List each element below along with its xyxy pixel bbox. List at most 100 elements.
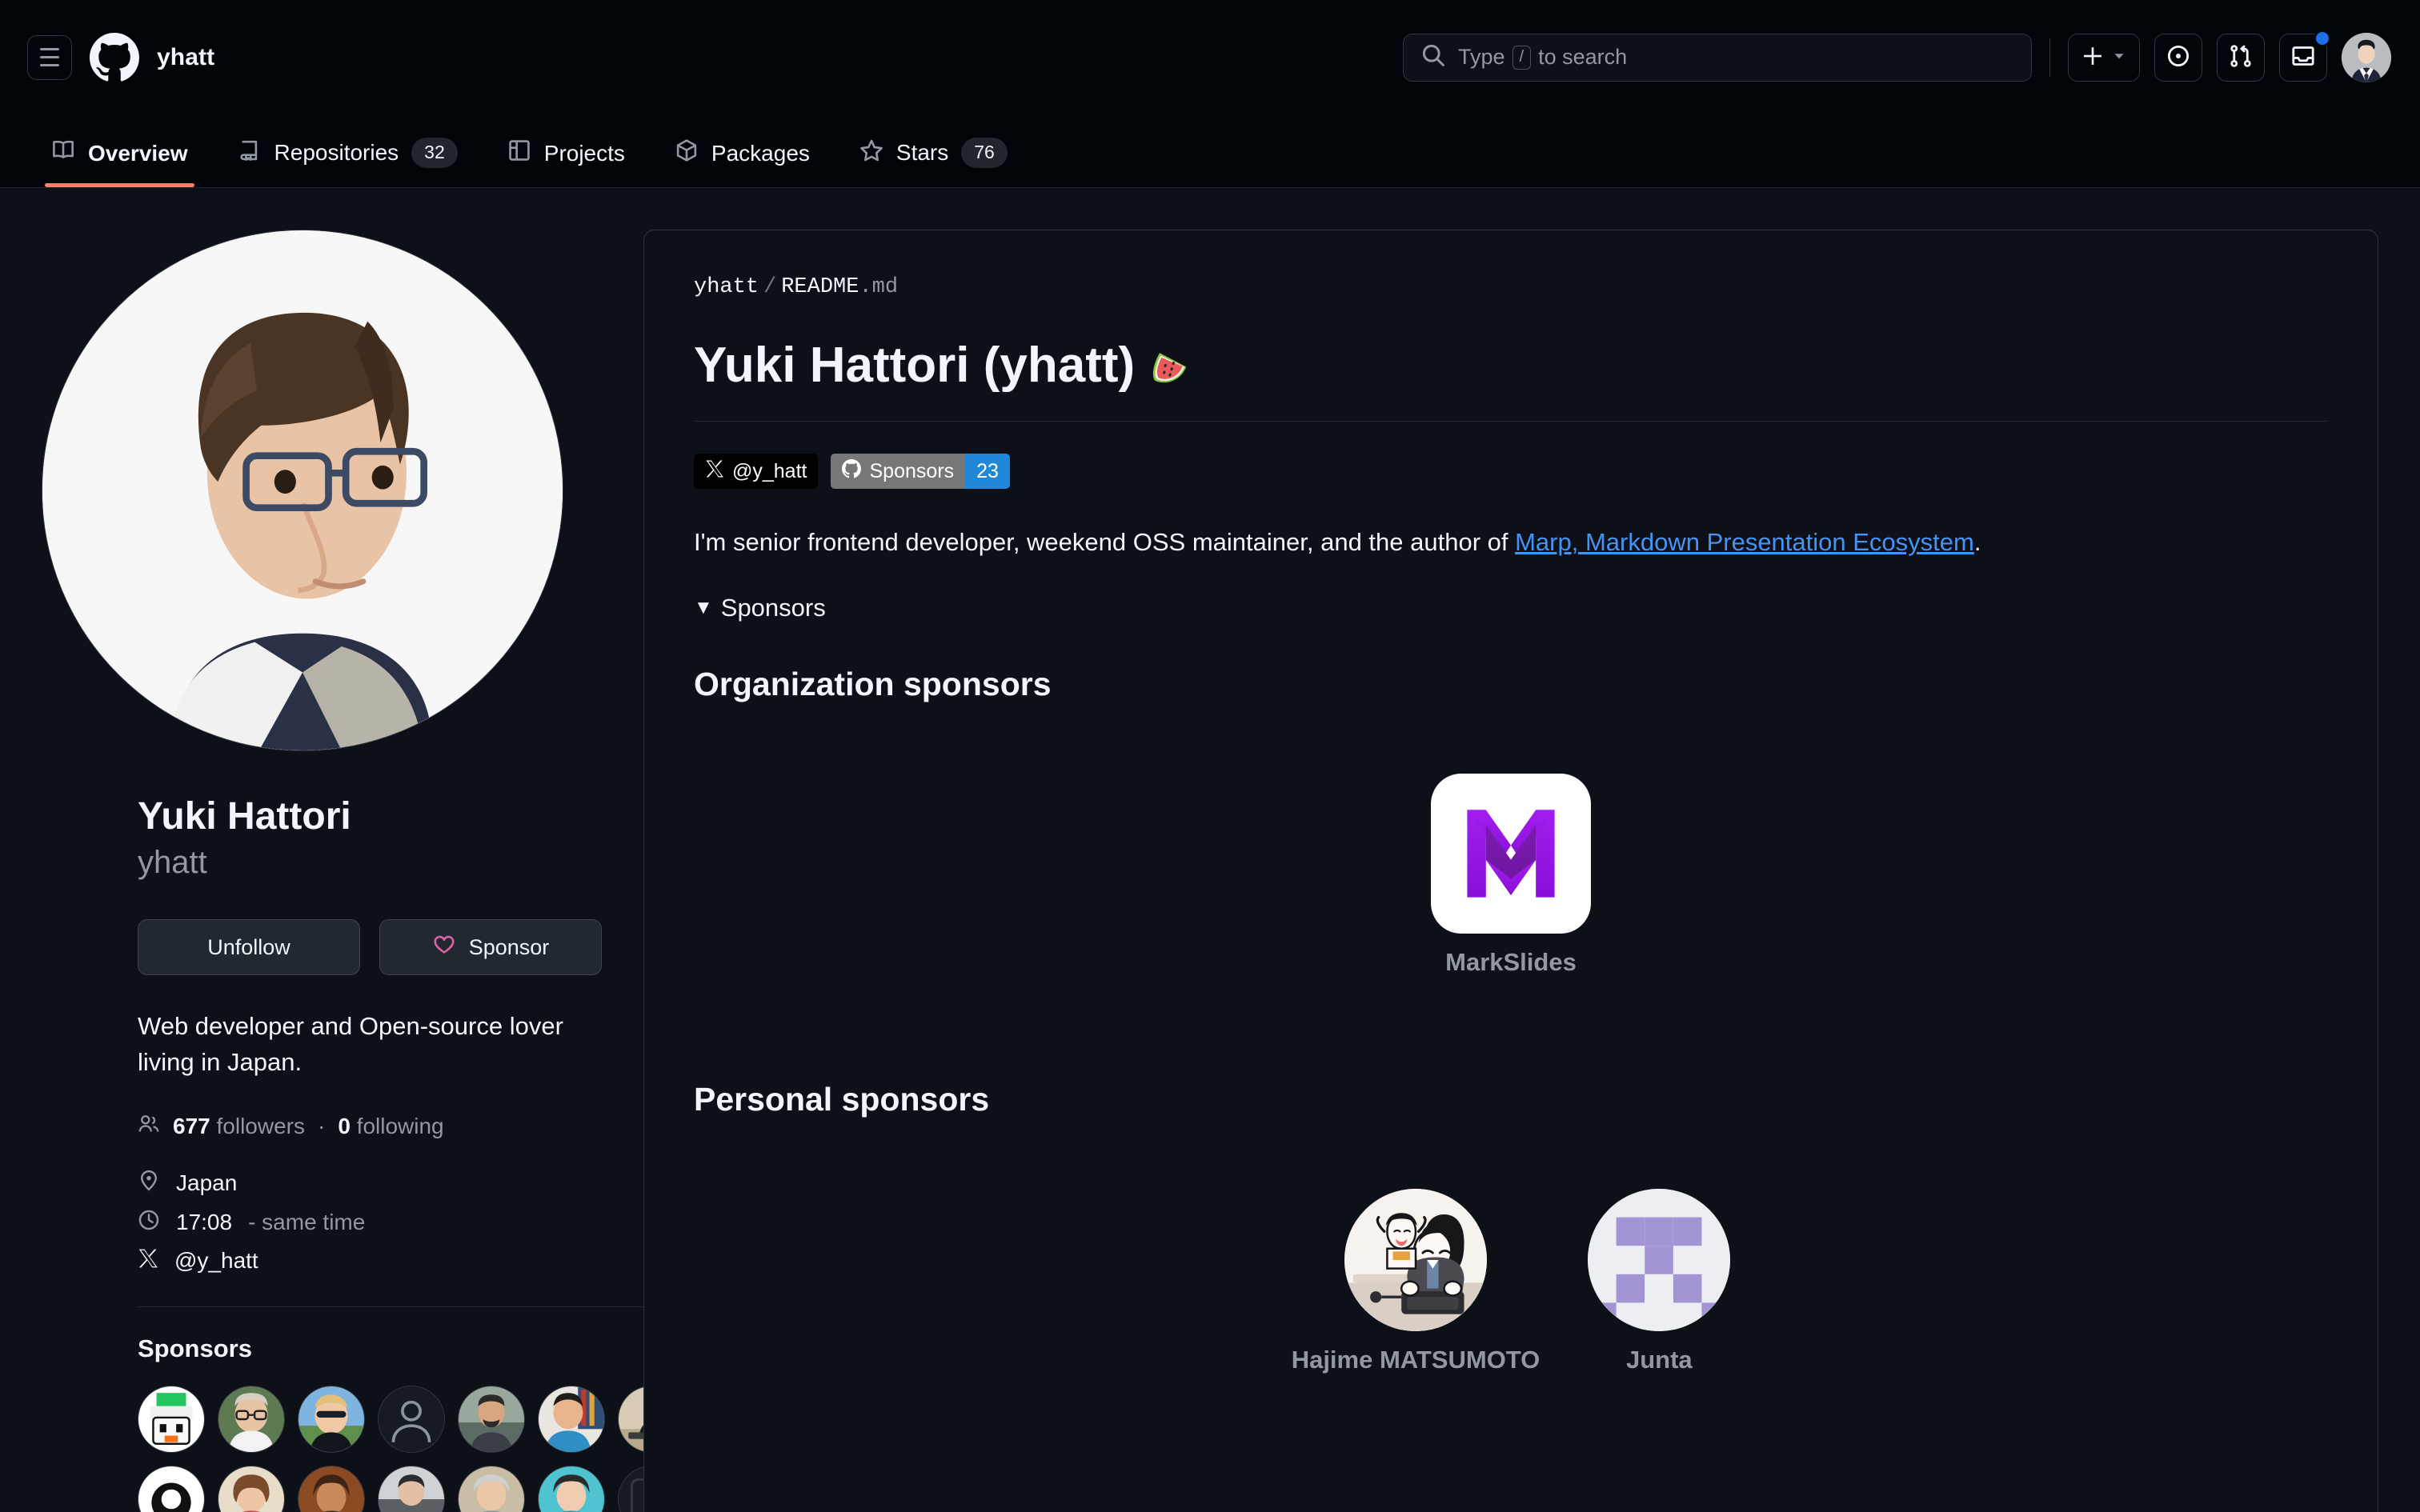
breadcrumb: yhatt / README.md: [694, 275, 2328, 299]
x-logo-icon: [705, 459, 724, 484]
profile-name: Yuki Hattori: [138, 795, 351, 838]
tab-stars-count: 76: [961, 138, 1008, 168]
breadcrumb-extension: .md: [859, 275, 899, 299]
sponsor-avatar[interactable]: [378, 1465, 445, 1512]
sponsor-avatar[interactable]: [218, 1465, 285, 1512]
profile-local-time: 17:08: [176, 1210, 233, 1235]
followers-count-link[interactable]: 677 followers: [173, 1114, 305, 1139]
create-new-button[interactable]: [2068, 33, 2140, 82]
sponsors-details-summary[interactable]: ▼ Sponsors: [694, 594, 2328, 622]
sponsor-avatar[interactable]: [138, 1385, 205, 1453]
sidebar-sponsors-grid: [138, 1385, 685, 1512]
profile-action-buttons: Unfollow Sponsor: [138, 919, 602, 975]
tab-projects-label: Projects: [543, 140, 625, 166]
project-icon: [507, 138, 531, 168]
pull-requests-button[interactable]: [2217, 33, 2265, 82]
sponsor-button[interactable]: Sponsor: [379, 919, 602, 975]
personal-sponsor-hajime-matsumoto[interactable]: Hajime MATSUMOTO: [1292, 1188, 1540, 1374]
personal-sponsor-name: Junta: [1625, 1345, 1693, 1374]
unfollow-button-label: Unfollow: [207, 934, 290, 959]
org-sponsor-markslides[interactable]: MarkSlides: [1431, 773, 1591, 977]
sponsor-avatar[interactable]: [538, 1465, 605, 1512]
marp-link[interactable]: Marp, Markdown Presentation Ecosystem: [1515, 528, 1974, 556]
profile-social-row[interactable]: @y_hatt: [138, 1248, 602, 1274]
profile-social-handle: @y_hatt: [174, 1248, 258, 1274]
sponsor-avatar-placeholder[interactable]: [378, 1385, 445, 1453]
search-input[interactable]: Type / to search: [1403, 33, 2032, 82]
breadcrumb-file[interactable]: README: [781, 275, 859, 299]
readme-card: yhatt / README.md Yuki Hattori (yhatt) @…: [643, 230, 2378, 1512]
search-slash-key: /: [1512, 45, 1532, 70]
readme-intro-after: .: [1973, 528, 1981, 557]
x-logo-icon: [138, 1248, 158, 1274]
global-header: yhatt Type / to search: [0, 0, 2420, 114]
sponsor-avatar[interactable]: [458, 1465, 525, 1512]
identicon-avatar-icon: [1588, 1188, 1731, 1331]
hamburger-line: [40, 56, 59, 58]
people-icon: [138, 1113, 160, 1141]
sponsor-avatar[interactable]: [538, 1385, 605, 1453]
tab-stars[interactable]: Stars 76: [843, 138, 1024, 187]
profile-sidebar: Yuki Hattori yhatt Unfollow Sponsor Web …: [42, 230, 685, 1512]
search-placeholder-suffix: to search: [1538, 45, 1628, 69]
sponsor-avatar[interactable]: [138, 1465, 205, 1512]
profile-follow-stats: 677 followers · 0 following: [138, 1113, 602, 1141]
triangle-down-icon: ▼: [694, 596, 713, 618]
sponsor-avatar[interactable]: [298, 1465, 365, 1512]
hamburger-line: [40, 64, 59, 66]
readme-intro-before: I'm senior frontend developer, weekend O…: [694, 528, 1516, 557]
chevron-down-icon: [2112, 49, 2126, 66]
heart-icon: [432, 934, 456, 962]
breadcrumb-separator: /: [763, 275, 777, 299]
search-placeholder: Type / to search: [1458, 45, 1627, 70]
unfollow-button[interactable]: Unfollow: [138, 919, 360, 975]
inbox-icon: [2291, 44, 2315, 70]
tab-overview[interactable]: Overview: [35, 138, 204, 187]
hamburger-menu-button[interactable]: [27, 34, 72, 80]
location-pin-icon: [138, 1170, 160, 1198]
profile-bio: Web developer and Open-source lover livi…: [138, 1012, 563, 1076]
header-owner-label[interactable]: yhatt: [157, 44, 214, 71]
profile-nav-tabs: Overview Repositories 32 Projects Packag…: [0, 114, 2420, 188]
notifications-button[interactable]: [2279, 29, 2331, 82]
following-count-link[interactable]: 0 following: [338, 1114, 443, 1139]
personal-sponsor-junta[interactable]: Junta: [1588, 1188, 1731, 1374]
x-badge-segment: @y_hatt: [694, 454, 819, 490]
readme-intro-paragraph: I'm senior frontend developer, weekend O…: [694, 524, 2328, 562]
tab-repositories[interactable]: Repositories 32: [222, 138, 474, 187]
followers-label: followers: [216, 1114, 305, 1139]
tab-projects[interactable]: Projects: [491, 138, 641, 187]
profile-avatar[interactable]: [42, 230, 563, 751]
clock-icon: [138, 1209, 160, 1237]
org-sponsor-name: MarkSlides: [1445, 947, 1577, 976]
profile-metadata-list: Japan 17:08 - same time @y_hatt: [138, 1170, 602, 1274]
x-badge[interactable]: @y_hatt: [694, 454, 819, 490]
github-mark-icon[interactable]: [90, 32, 139, 82]
sponsor-avatar[interactable]: [298, 1385, 365, 1453]
issues-button[interactable]: [2154, 33, 2202, 82]
readme-title-text: Yuki Hattori (yhatt): [694, 338, 1136, 393]
illustration-avatar-icon: [1344, 1188, 1487, 1331]
plus-icon: [2081, 45, 2104, 70]
readme-title: Yuki Hattori (yhatt): [694, 336, 2328, 422]
tab-repositories-label: Repositories: [274, 140, 399, 166]
notification-indicator-dot: [2314, 29, 2331, 47]
follow-separator: ·: [317, 1114, 326, 1139]
sponsors-badge[interactable]: Sponsors 23: [831, 454, 1010, 490]
personal-sponsors-heading: Personal sponsors: [694, 1080, 990, 1118]
sponsors-details-label: Sponsors: [720, 593, 826, 622]
user-avatar[interactable]: [2342, 32, 2391, 82]
sponsor-avatar[interactable]: [458, 1385, 525, 1453]
organization-sponsors-heading: Organization sponsors: [694, 665, 1052, 702]
breadcrumb-owner[interactable]: yhatt: [694, 275, 759, 299]
watermelon-emoji-icon: [1149, 345, 1191, 386]
tab-packages[interactable]: Packages: [659, 138, 826, 187]
star-icon: [859, 138, 883, 168]
sponsor-avatar[interactable]: [218, 1385, 285, 1453]
sidebar-sponsors-heading: Sponsors: [138, 1334, 252, 1362]
tab-repositories-count: 32: [411, 138, 458, 168]
tab-overview-label: Overview: [88, 140, 188, 166]
following-label: following: [356, 1114, 444, 1139]
profile-location-row: Japan: [138, 1170, 602, 1198]
header-right-group: Type / to search: [1403, 29, 2391, 82]
